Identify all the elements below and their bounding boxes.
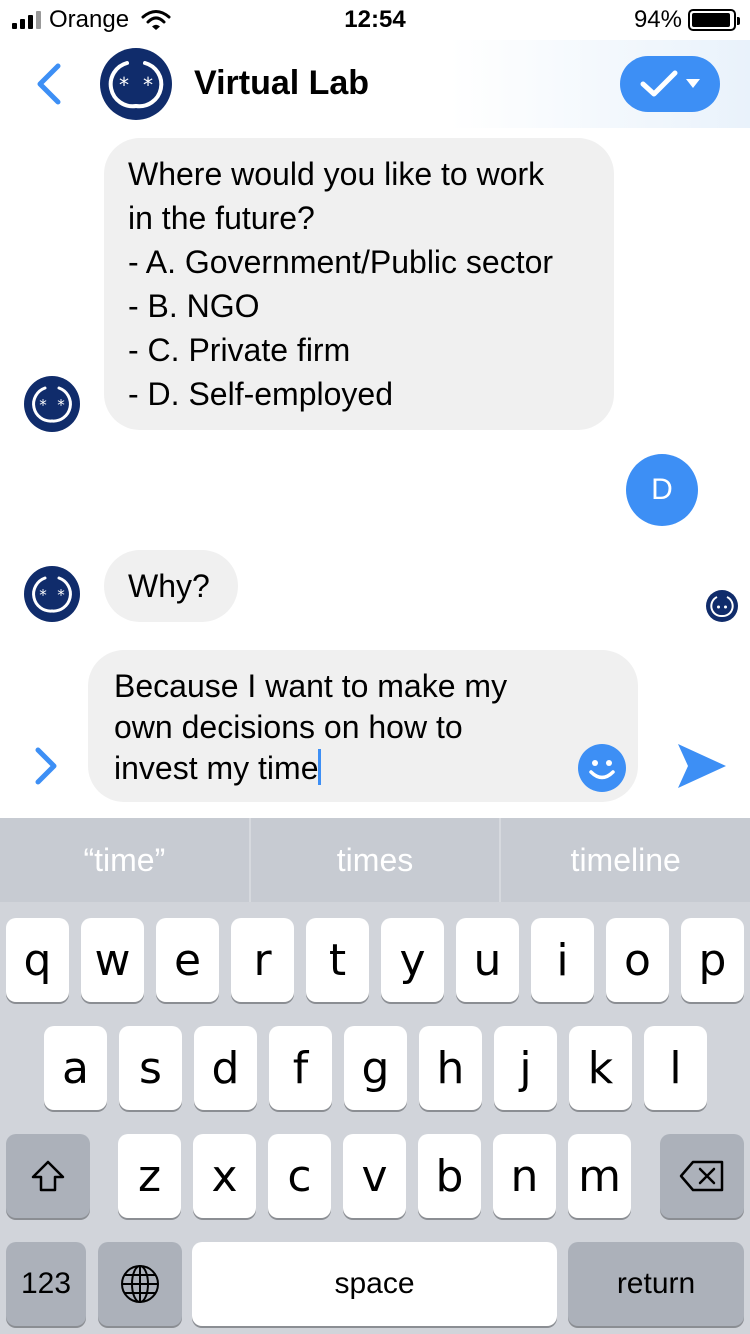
key-b[interactable]: b bbox=[418, 1134, 481, 1218]
input-line: Because I want to make my bbox=[114, 668, 508, 704]
input-line: own decisions on how to bbox=[114, 709, 463, 745]
back-chevron-icon[interactable] bbox=[32, 62, 68, 106]
checkmark-dropdown-button[interactable] bbox=[620, 56, 720, 112]
text-caret bbox=[318, 749, 322, 785]
svg-text:* *: * * bbox=[118, 73, 154, 97]
suggestion-bar: “time” times timeline bbox=[0, 818, 750, 902]
bot-avatar-icon: * * bbox=[24, 566, 80, 622]
caret-down-icon bbox=[686, 79, 700, 88]
key-v[interactable]: v bbox=[343, 1134, 406, 1218]
message-line: Where would you like to work bbox=[128, 156, 545, 192]
key-y[interactable]: y bbox=[381, 918, 444, 1002]
key-j[interactable]: j bbox=[494, 1026, 557, 1110]
key-t[interactable]: t bbox=[306, 918, 369, 1002]
suggestion-item[interactable]: times bbox=[251, 818, 502, 902]
status-bar: Orange 12:54 94% bbox=[0, 0, 750, 40]
send-icon[interactable] bbox=[676, 740, 728, 792]
key-n[interactable]: n bbox=[493, 1134, 556, 1218]
backspace-icon bbox=[679, 1160, 724, 1192]
bot-message-bubble: Where would you like to work in the futu… bbox=[104, 138, 614, 430]
key-i[interactable]: i bbox=[531, 918, 594, 1002]
globe-key[interactable] bbox=[98, 1242, 182, 1326]
shift-key[interactable] bbox=[6, 1134, 90, 1218]
message-line: - B. NGO bbox=[128, 288, 260, 324]
key-z[interactable]: z bbox=[118, 1134, 181, 1218]
message-line: - C. Private firm bbox=[128, 332, 351, 368]
message-input[interactable]: Because I want to make my own decisions … bbox=[88, 650, 638, 802]
suggestion-item[interactable]: “time” bbox=[0, 818, 251, 902]
key-e[interactable]: e bbox=[156, 918, 219, 1002]
key-g[interactable]: g bbox=[344, 1026, 407, 1110]
key-w[interactable]: w bbox=[81, 918, 144, 1002]
key-h[interactable]: h bbox=[419, 1026, 482, 1110]
key-s[interactable]: s bbox=[119, 1026, 182, 1110]
key-a[interactable]: a bbox=[44, 1026, 107, 1110]
key-x[interactable]: x bbox=[193, 1134, 256, 1218]
keyboard: “time” times timeline qwertyuiop asdfghjk… bbox=[0, 818, 750, 1334]
emoji-icon[interactable] bbox=[578, 744, 626, 792]
key-k[interactable]: k bbox=[569, 1026, 632, 1110]
key-d[interactable]: d bbox=[194, 1026, 257, 1110]
key-q[interactable]: q bbox=[6, 918, 69, 1002]
key-f[interactable]: f bbox=[269, 1026, 332, 1110]
checkmark-icon bbox=[640, 70, 678, 97]
battery-percent: 94% bbox=[633, 6, 682, 33]
key-r[interactable]: r bbox=[231, 918, 294, 1002]
suggestion-item[interactable]: timeline bbox=[501, 818, 750, 902]
battery-icon bbox=[688, 9, 740, 31]
svg-text:* *: * * bbox=[38, 586, 65, 604]
key-l[interactable]: l bbox=[644, 1026, 707, 1110]
globe-icon bbox=[121, 1265, 159, 1303]
key-c[interactable]: c bbox=[268, 1134, 331, 1218]
return-key[interactable]: return bbox=[568, 1242, 744, 1326]
shift-icon bbox=[31, 1160, 65, 1192]
message-line: - A. Government/Public sector bbox=[128, 244, 554, 280]
input-line-text: invest my time bbox=[114, 750, 319, 786]
input-line-last: invest my time bbox=[114, 748, 612, 789]
status-right: 94% bbox=[633, 6, 740, 34]
user-avatar[interactable]: D bbox=[626, 454, 698, 526]
key-o[interactable]: o bbox=[606, 918, 669, 1002]
delete-key[interactable] bbox=[660, 1134, 744, 1218]
message-line: in the future? bbox=[128, 200, 315, 236]
key-u[interactable]: u bbox=[456, 918, 519, 1002]
seen-indicator-icon bbox=[706, 590, 738, 622]
chat-header: * * Virtual Lab bbox=[0, 40, 750, 128]
svg-text:* *: * * bbox=[38, 396, 65, 414]
expand-chevron-icon[interactable] bbox=[30, 744, 60, 788]
space-key[interactable]: space bbox=[192, 1242, 557, 1326]
bot-avatar-icon: * * bbox=[24, 376, 80, 432]
numbers-key[interactable]: 123 bbox=[6, 1242, 86, 1326]
virtual-lab-logo-icon[interactable]: * * bbox=[100, 48, 172, 120]
bot-message-bubble: Why? bbox=[104, 550, 238, 622]
message-line: - D. Self-employed bbox=[128, 376, 393, 412]
chat-title: Virtual Lab bbox=[194, 64, 370, 102]
key-m[interactable]: m bbox=[568, 1134, 631, 1218]
key-p[interactable]: p bbox=[681, 918, 744, 1002]
